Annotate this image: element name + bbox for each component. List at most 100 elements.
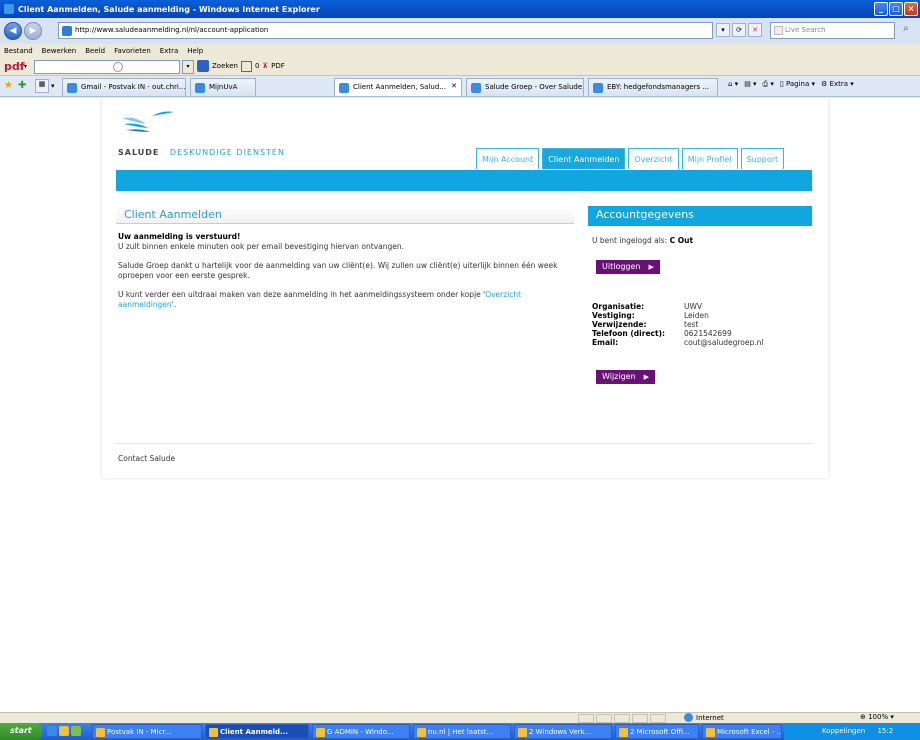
site-nav: Mijn Account Client Aanmelden Overzicht … [476,148,785,169]
refresh-icon[interactable]: ⟳ [732,23,746,37]
menu-favorieten[interactable]: Favorieten [114,47,151,55]
browser-tab[interactable]: MijnUvA [190,78,256,96]
menu-extra[interactable]: Extra [160,47,178,55]
menu-beeld[interactable]: Beeld [85,47,105,55]
clock: 15:2 [877,727,894,735]
logged-in-user: C Out [669,236,694,245]
taskbar-button[interactable]: Postvak IN - Micr... [92,724,202,739]
tab-close-icon[interactable]: ✕ [451,82,457,90]
brand-text: SALUDE DESKUNDIGE DIENSTEN [118,148,285,157]
home-icon[interactable]: ⌂ ▾ [728,80,738,89]
pdf-logo: pdf [4,60,25,73]
taskbar-button[interactable]: 2 Windows Verk... [514,724,612,739]
nav-client-aanmelden[interactable]: Client Aanmelden [542,148,626,169]
browser-tab-bar: ★ ✚ ▦ ▾ Gmail - Postvak IN - out.chri...… [0,76,920,97]
browser-tab-active[interactable]: Client Aanmelden, Salud... ✕ [334,78,462,96]
brand-tagline: DESKUNDIGE DIENSTEN [169,148,285,157]
live-search-input[interactable]: Live Search [770,22,895,39]
feeds-icon[interactable]: ▤ ▾ [744,80,756,89]
left-panel-header: Client Aanmelden [116,206,574,224]
menu-help[interactable]: Help [187,47,203,55]
close-button[interactable]: × [904,2,918,16]
info-row: Verwijzende: test [592,320,699,329]
address-bar[interactable]: http://www.saludeaanmelding.nl/nl/accoun… [58,22,713,39]
maximize-button[interactable]: □ [889,2,903,16]
extra-menu[interactable]: ⚙ Extra ▾ [821,80,854,89]
logged-in-text: U bent ingelogd als: C Out [592,236,694,245]
start-button[interactable]: start [0,723,42,740]
info-row: Organisatie: UWV [592,302,703,311]
minimize-button[interactable]: _ [874,2,888,16]
search-button[interactable]: Zoeken [212,62,238,70]
edit-button[interactable]: Wijzigen ▶ [596,370,656,384]
quicklaunch-ie-icon[interactable] [47,726,57,736]
contact-link[interactable]: Contact Salude [118,454,175,463]
zoom-level[interactable]: ⊕ 100% ▾ [860,713,894,721]
message-line-2: Salude Groep dankt u hartelijk voor de a… [118,261,558,280]
system-tray: Koppelingen 15:2 [784,723,920,740]
logout-button[interactable]: Uitloggen ▶ [596,260,660,274]
nav-support[interactable]: Support [740,148,785,169]
taskbar-button[interactable]: Microsoft Excel - ... [702,724,782,739]
footer-divider [116,443,812,444]
status-segment [632,714,648,723]
page-icon [62,26,72,36]
pdf-search-dropdown[interactable]: ▾ [182,60,194,74]
command-bar: ⌂ ▾ ▤ ▾ ⎙ ▾ ▯ Pagina ▾ ⚙ Extra ▾ [728,80,854,89]
window-controls: _ □ × [874,2,918,16]
pdf-toolbar: pdf ▾ ▾ Zoeken 0 ⊼ PDF [0,58,920,76]
address-dropdown-icon[interactable]: ▾ [716,23,730,37]
tab-label: EBY: hedgefondsmanagers ... [607,83,709,91]
quicklaunch-folder-icon[interactable] [59,726,69,736]
tab-list-dropdown-icon[interactable]: ▾ [51,82,55,90]
menu-bestand[interactable]: Bestand [4,47,33,55]
browser-tab[interactable]: Gmail - Postvak IN - out.chri... [62,78,186,96]
globe-icon [684,713,693,722]
pdf-search-input[interactable] [34,60,180,74]
search-go-icon[interactable]: ⌕ [898,23,914,38]
taskbar-button-active[interactable]: Client Aanmeld... [205,724,309,739]
menu-bewerken[interactable]: Bewerken [42,47,77,55]
tab-favicon [339,83,349,93]
stop-icon[interactable]: ✕ [748,23,762,37]
add-favorites-icon[interactable]: ✚ [18,80,26,91]
app-icon [209,728,218,737]
app-icon [706,728,715,737]
popup-counter: 0 [254,62,260,70]
windows-taskbar: start Postvak IN - Micr... Client Aanmel… [0,723,920,740]
favorites-star-icon[interactable]: ★ [4,80,13,91]
account-title: Accountgegevens [596,208,694,221]
quicklaunch-desktop-icon[interactable] [71,726,81,736]
app-icon [518,728,527,737]
tray-toolbar-label[interactable]: Koppelingen [822,727,865,735]
quick-tabs-icon[interactable]: ▦ [35,79,49,93]
nav-mijn-account[interactable]: Mijn Account [476,148,540,169]
magnifier-icon [113,62,123,72]
taskbar-button[interactable]: nu.nl | Het laatst... [413,724,511,739]
pdf-dropdown-icon[interactable]: ▾ [24,63,27,70]
back-button[interactable]: ◀ [4,22,22,40]
nav-overzicht[interactable]: Overzicht [628,148,679,169]
forward-button[interactable]: ▶ [24,22,42,40]
pdf-button[interactable]: PDF [271,62,285,70]
popup-icon[interactable] [240,60,252,72]
page-viewport: SALUDE DESKUNDIGE DIENSTEN Mijn Account … [0,98,920,712]
arrow-right-icon: ▶ [643,373,650,381]
app-icon [96,728,105,737]
taskbar-button[interactable]: 2 Microsoft Offi... [615,724,699,739]
taskbar-button[interactable]: G ADMIN - Windo... [312,724,410,739]
nav-band [116,170,812,191]
browser-tab[interactable]: EBY: hedgefondsmanagers ... [588,78,718,96]
tab-label: Gmail - Postvak IN - out.chri... [81,83,186,91]
browser-tab[interactable]: Salude Groep - Over Salude... [466,78,584,96]
page-menu[interactable]: ▯ Pagina ▾ [780,80,815,89]
ie-icon [4,4,14,14]
tab-label: Salude Groep - Over Salude... [485,83,584,91]
status-segment [614,714,630,723]
status-segment [596,714,612,723]
print-icon[interactable]: ⎙ ▾ [763,80,774,89]
tab-label: Client Aanmelden, Salud... [353,83,446,91]
address-url: http://www.saludeaanmelding.nl/nl/accoun… [75,26,269,34]
salude-logo-icon [122,111,174,132]
nav-mijn-profiel[interactable]: Mijn Profiel [681,148,738,169]
